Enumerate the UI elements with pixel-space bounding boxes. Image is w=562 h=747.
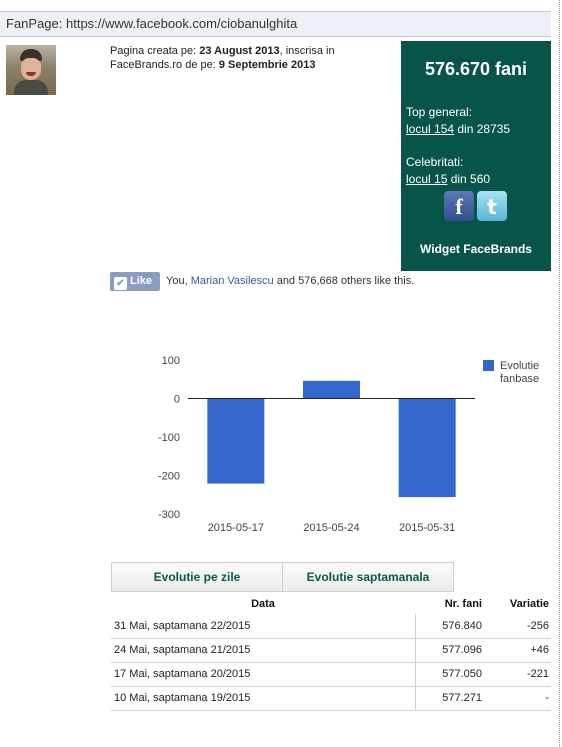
- table-header-row: Data Nr. fani Variatie: [111, 594, 551, 614]
- thumbs-up-icon: ✔: [114, 277, 127, 290]
- y-tick-label: 0: [174, 394, 180, 406]
- fans-widget-box: 576.670 fani Top general: locul 154 din …: [401, 41, 551, 271]
- x-tick-label: 2015-05-17: [208, 522, 264, 534]
- row-date: 31 Mai, saptamana 22/2015: [111, 614, 415, 639]
- y-tick-label: -200: [158, 471, 180, 483]
- header-variation: Variatie: [509, 598, 549, 610]
- top-general-rank-link[interactable]: locul 154: [406, 122, 454, 136]
- row-variation: -221: [485, 662, 551, 687]
- legend-label: Evolutie: [500, 360, 539, 372]
- like-button[interactable]: ✔ Like: [110, 272, 160, 291]
- header-date: Data: [251, 598, 275, 610]
- chart-bar: [303, 380, 360, 399]
- table-row: 17 Mai, saptamana 20/2015 577.050 -221: [111, 662, 551, 687]
- widget-facebrands-label[interactable]: Widget FaceBrands: [401, 242, 551, 256]
- celebrities-total: din 560: [447, 172, 491, 186]
- table-row: 24 Mai, saptamana 21/2015 577.096 +46: [111, 638, 551, 663]
- y-tick-label: -100: [158, 432, 180, 444]
- like-button-label: Like: [130, 275, 153, 287]
- twitter-icon[interactable]: t: [477, 191, 507, 221]
- row-fans: 576.840: [414, 614, 485, 639]
- row-variation: +46: [485, 638, 551, 663]
- friend-name-link[interactable]: Marian Vasilescu: [191, 275, 274, 287]
- avatar-face-shape: [21, 58, 41, 80]
- row-variation: -256: [485, 614, 551, 639]
- page-created-info: Pagina creata pe: 23 August 2013, inscri…: [110, 44, 395, 72]
- celebrities-label: Celebritati:: [406, 155, 464, 169]
- table-row: 31 Mai, saptamana 22/2015 576.840 -256: [111, 614, 551, 639]
- created-prefix: Pagina creata pe:: [110, 45, 200, 57]
- celebrities-line: locul 15 din 560: [406, 172, 490, 186]
- page-avatar[interactable]: [6, 45, 56, 95]
- legend-swatch: [483, 360, 494, 371]
- y-tick-label: -300: [158, 509, 180, 521]
- evolution-tabs: Evolutie pe zile Evolutie saptamanala: [111, 562, 454, 592]
- table-row: 10 Mai, saptamana 19/2015 577.271 -: [111, 686, 551, 711]
- fans-count: 576.670 fani: [424, 59, 528, 79]
- created-date: 23 August 2013: [199, 45, 280, 57]
- registered-date: 9 Septembrie 2013: [218, 59, 316, 71]
- celebrities-rank-link[interactable]: locul 15: [406, 172, 447, 186]
- legend-label: fanbase: [500, 373, 539, 385]
- top-general-total: din 28735: [454, 122, 511, 136]
- row-date: 24 Mai, saptamana 21/2015: [111, 638, 415, 663]
- row-fans: 577.096: [414, 638, 485, 663]
- header-fans: Nr. fani: [444, 598, 482, 610]
- fanbase-evolution-chart: 100 0 -100 -200 -300 2015-05-17 2015-05-24 2015…: [158, 355, 539, 534]
- avatar-shirt-shape: [14, 80, 48, 95]
- like-text-prefix: You,: [166, 275, 191, 287]
- like-text-suffix: and 576,668 others like this.: [273, 275, 415, 287]
- fanpage-url-bar: FanPage: https://www.facebook.com/cioban…: [0, 11, 551, 37]
- row-fans: 577.271: [414, 686, 485, 711]
- like-social-text: You, Marian Vasilescu and 576,668 others…: [166, 275, 414, 287]
- row-variation: -: [485, 686, 551, 711]
- weekly-fans-table: Data Nr. fani Variatie 31 Mai, saptamana…: [111, 594, 551, 711]
- chart-bar: [398, 398, 456, 498]
- row-date: 17 Mai, saptamana 20/2015: [111, 662, 415, 687]
- x-tick-label: 2015-05-31: [399, 522, 455, 534]
- top-general-label: Top general:: [406, 105, 473, 119]
- row-fans: 577.050: [414, 662, 485, 687]
- row-date: 10 Mai, saptamana 19/2015: [111, 686, 415, 711]
- y-tick-label: 100: [162, 355, 180, 367]
- top-general-line: locul 154 din 28735: [406, 122, 510, 136]
- facebook-icon[interactable]: f: [444, 191, 474, 221]
- tab-weekly-evolution[interactable]: Evolutie saptamanala: [282, 563, 453, 591]
- fanpage-url-label: FanPage: https://www.facebook.com/cioban…: [6, 16, 298, 31]
- x-tick-label: 2015-05-24: [303, 522, 359, 534]
- tab-daily-evolution[interactable]: Evolutie pe zile: [112, 563, 282, 591]
- chart-bar: [207, 398, 265, 484]
